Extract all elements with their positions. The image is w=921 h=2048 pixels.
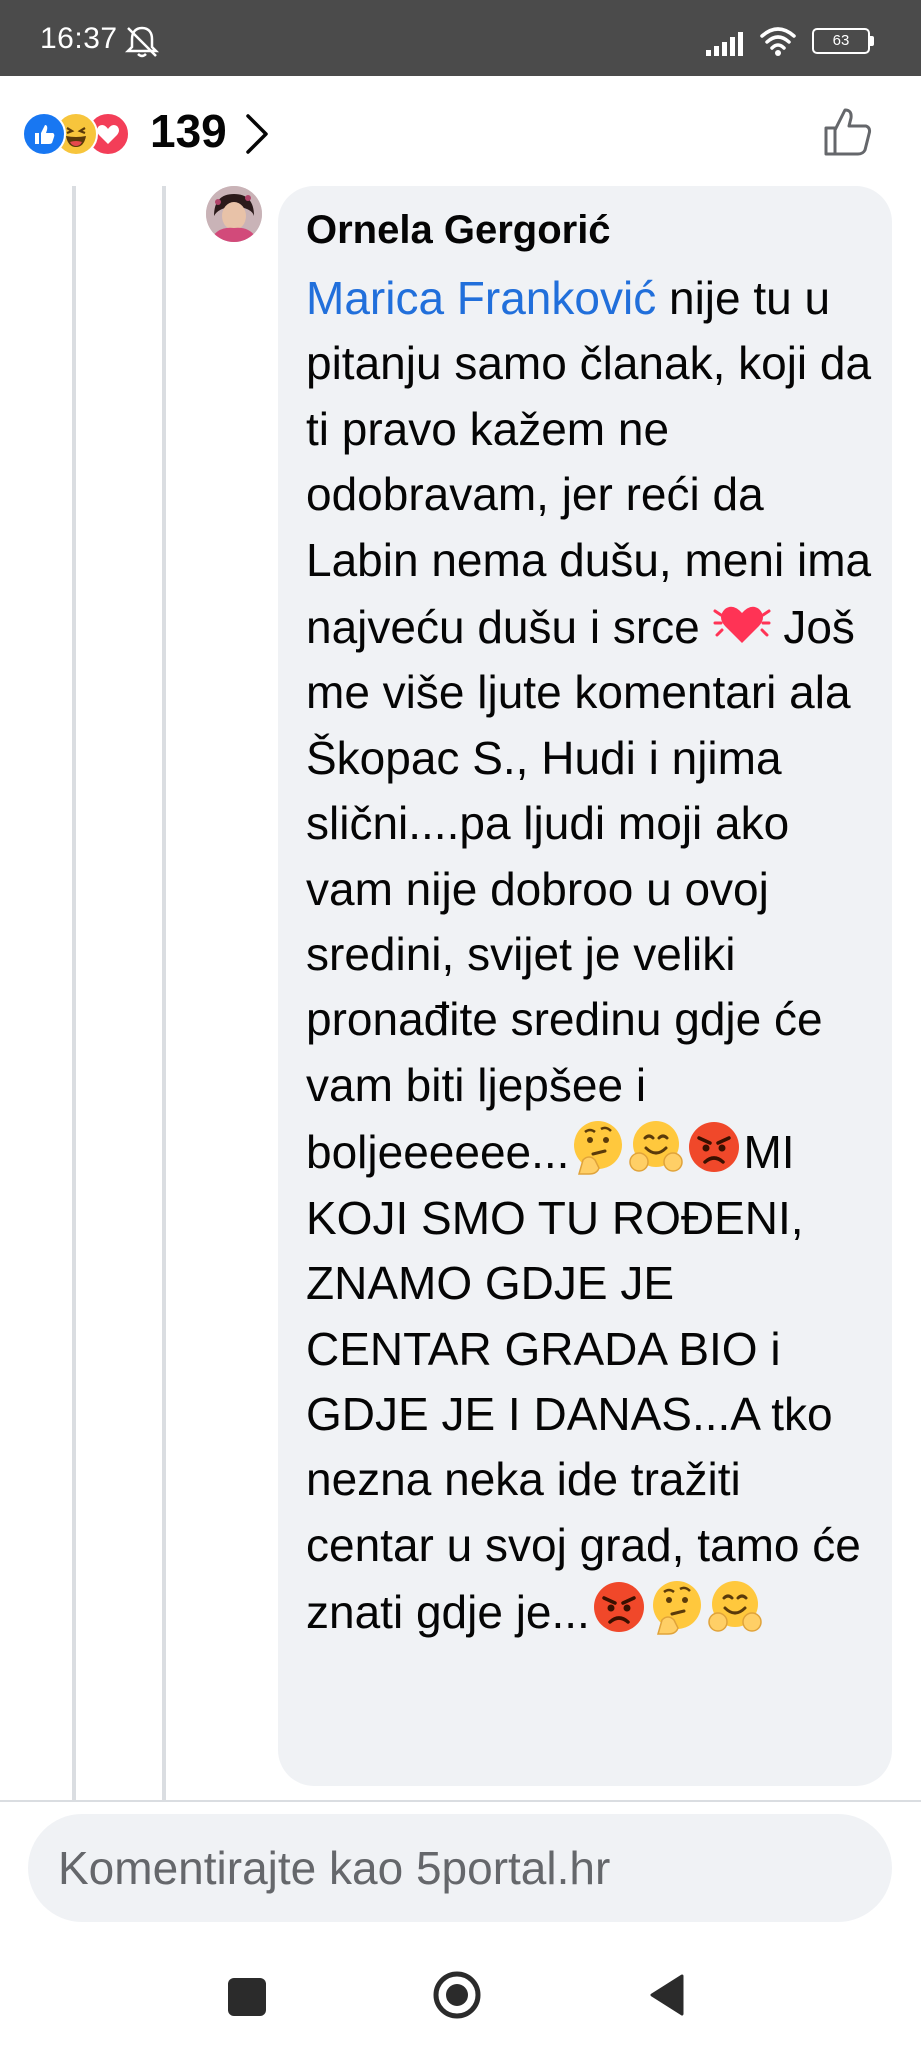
comment-bubble: Ornela Gergorić Marica Franković nije tu… bbox=[278, 186, 892, 1786]
comment-text-part: Još me više ljute komentari ala Škopac S… bbox=[306, 601, 855, 1179]
navigation-bar bbox=[0, 1940, 921, 2048]
thread-line bbox=[72, 186, 76, 1800]
divider bbox=[0, 1800, 921, 1802]
recents-button[interactable] bbox=[228, 1978, 266, 2016]
hugging-face-emoji-icon bbox=[708, 1581, 762, 1632]
comment-text: Marica Franković nije tu u pitanju samo … bbox=[306, 266, 872, 1646]
status-time: 16:37 bbox=[40, 22, 118, 55]
thread-line bbox=[162, 186, 166, 1800]
status-bar: 16:37 63 bbox=[0, 0, 921, 76]
angry-face-emoji-icon bbox=[593, 1582, 644, 1633]
hugging-face-emoji-icon bbox=[629, 1121, 684, 1173]
battery-icon: 63 bbox=[812, 28, 874, 54]
chevron-right-icon[interactable] bbox=[242, 112, 272, 156]
angry-face-emoji-icon bbox=[689, 1122, 740, 1173]
comment-text-part: nije tu u pitanju samo članak, koji da t… bbox=[306, 272, 872, 654]
battery-level: 63 bbox=[812, 28, 870, 54]
like-reaction-icon bbox=[22, 112, 66, 156]
reaction-bar: 139 bbox=[0, 76, 921, 186]
back-button[interactable] bbox=[646, 1972, 686, 2018]
battery-tip bbox=[870, 36, 874, 46]
avatar[interactable] bbox=[206, 186, 262, 242]
wifi-icon bbox=[760, 27, 796, 56]
comment-input[interactable] bbox=[28, 1814, 892, 1922]
home-button[interactable] bbox=[432, 1970, 482, 2020]
comment-text-part: MI KOJI SMO TU ROĐENI, ZNAMO GDJE JE CEN… bbox=[306, 1126, 861, 1639]
thinking-face-emoji-icon bbox=[652, 1581, 701, 1635]
thinking-face-emoji-icon bbox=[574, 1121, 623, 1176]
bell-off-icon bbox=[124, 26, 160, 58]
beating-heart-emoji-icon bbox=[713, 606, 771, 644]
reaction-count[interactable]: 139 bbox=[150, 104, 227, 158]
signal-icon bbox=[706, 32, 743, 56]
thumbs-up-icon[interactable] bbox=[820, 104, 876, 160]
reactions-summary[interactable] bbox=[22, 112, 142, 156]
mention-link[interactable]: Marica Franković bbox=[306, 272, 656, 324]
comment-author[interactable]: Ornela Gergorić bbox=[306, 204, 872, 256]
